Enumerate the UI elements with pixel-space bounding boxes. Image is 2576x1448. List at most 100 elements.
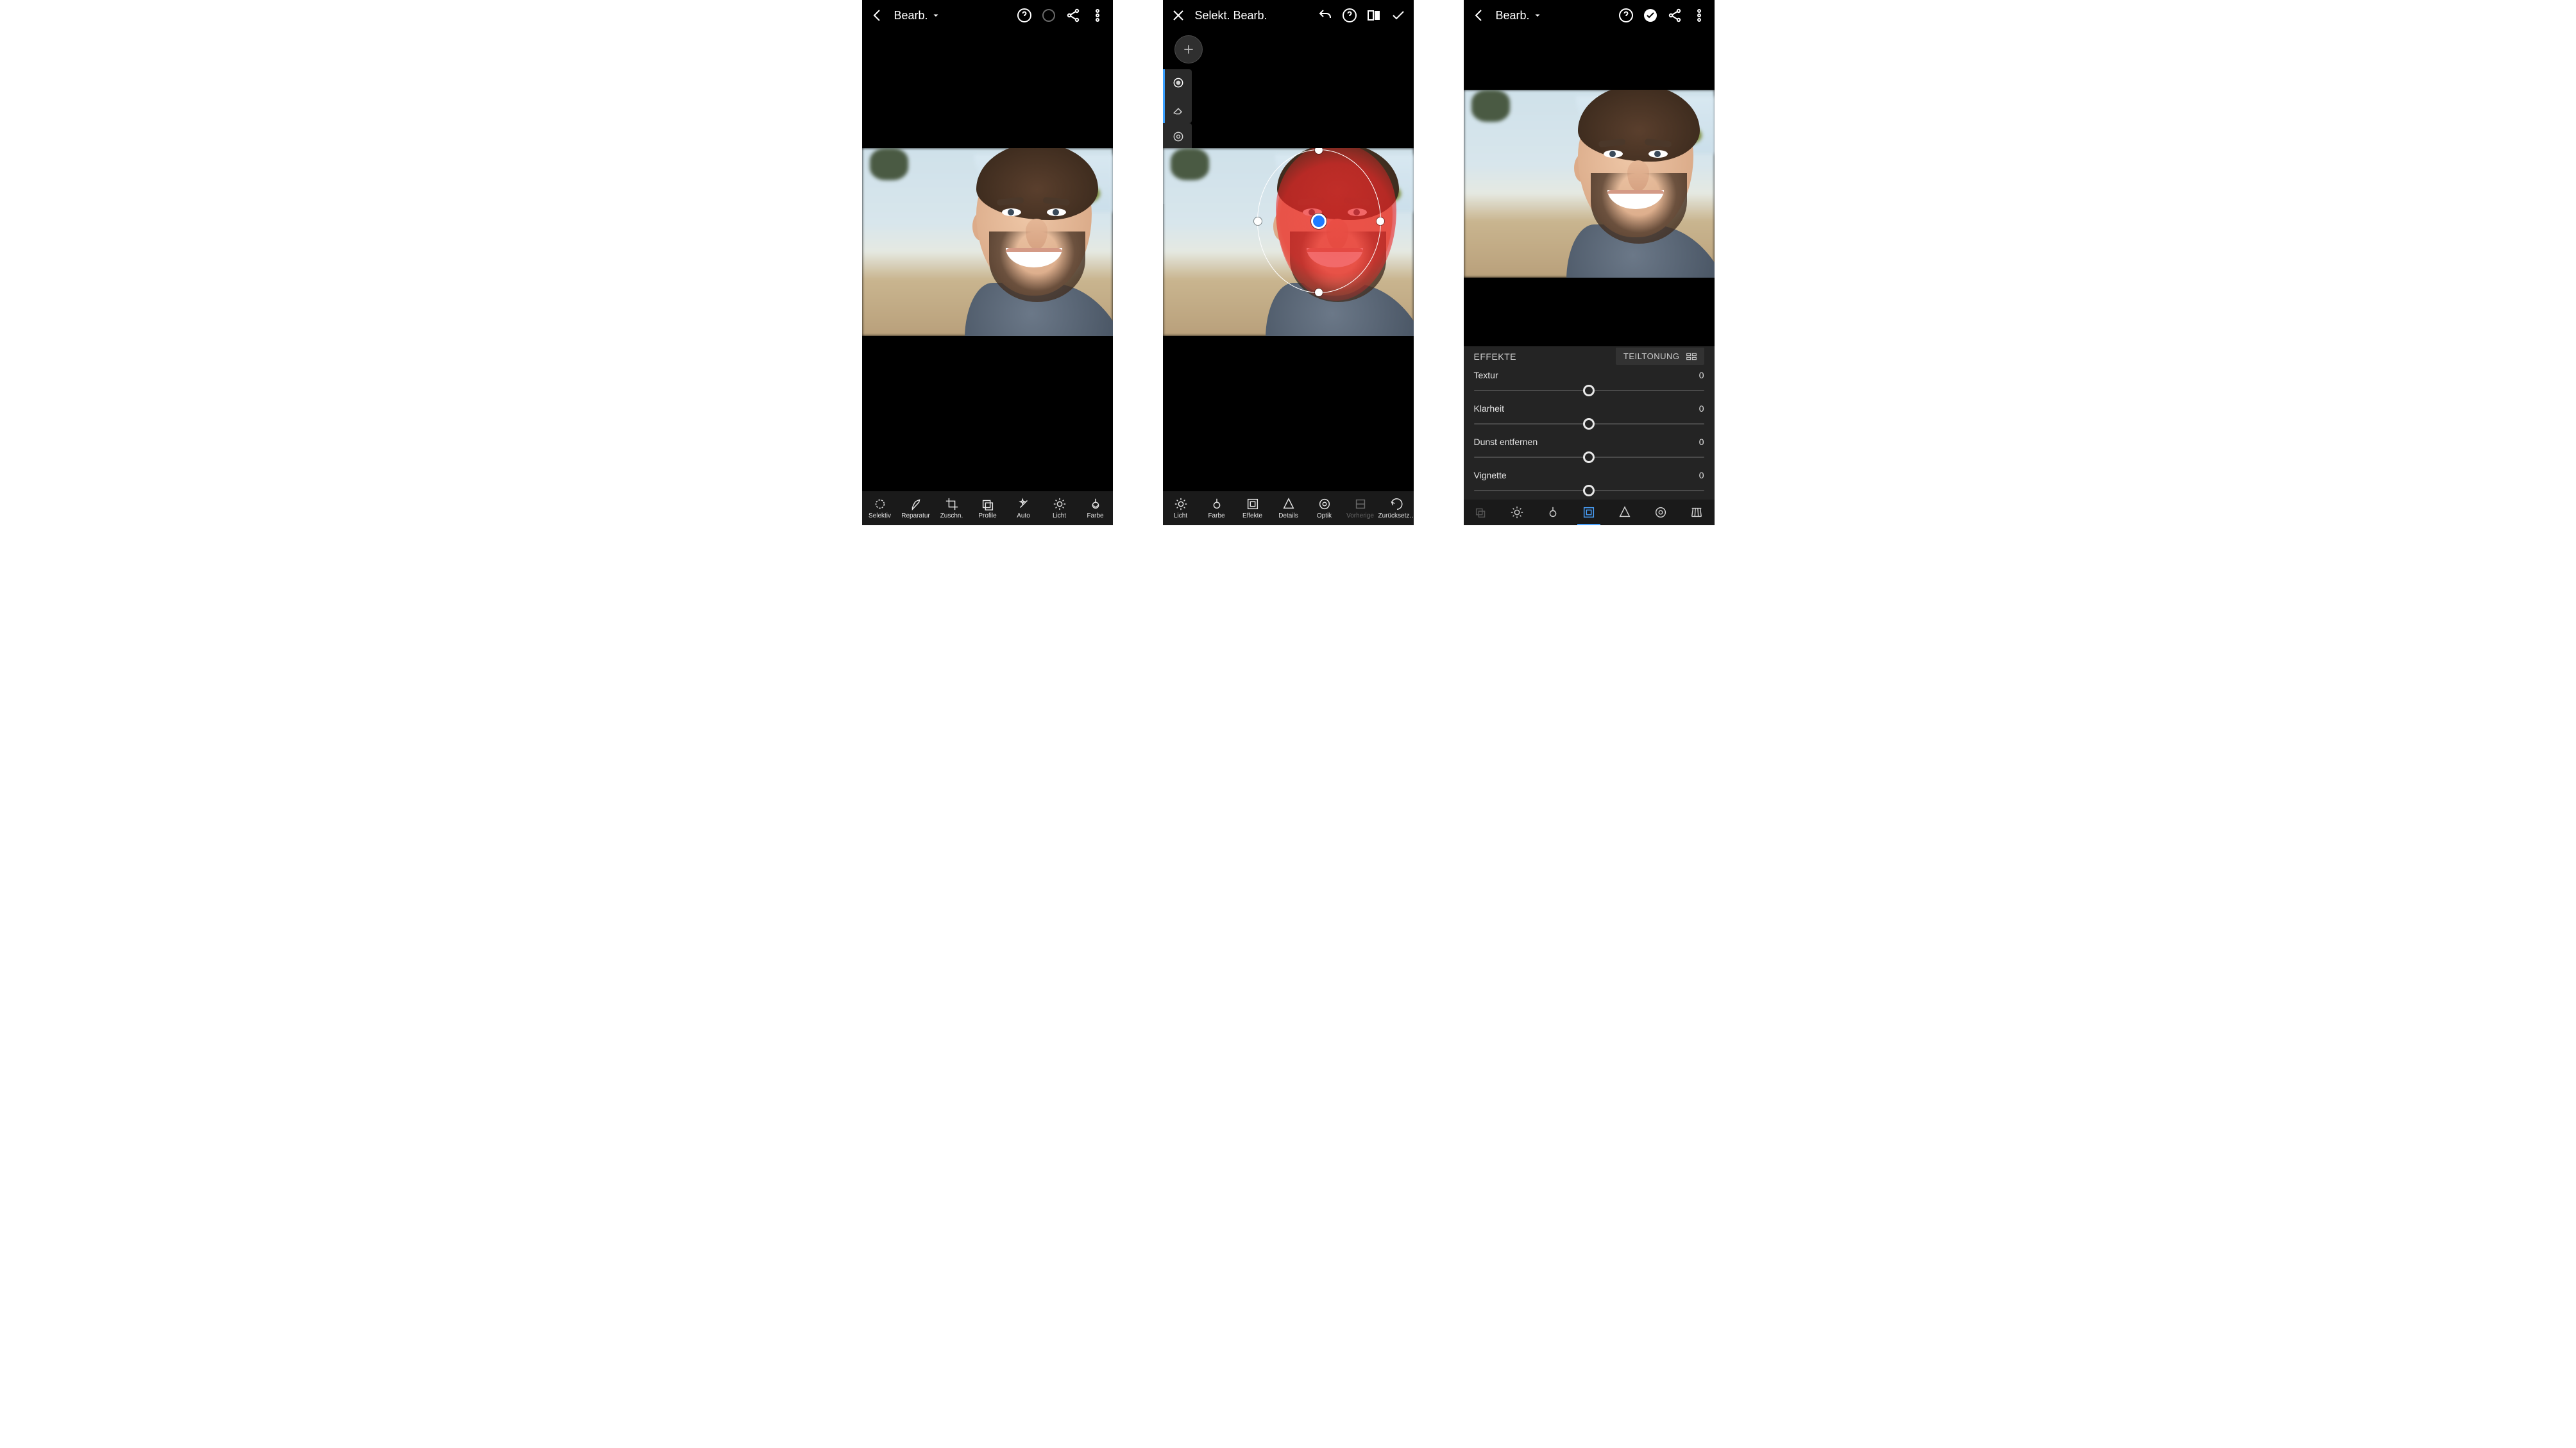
label: Optik [1317,512,1332,519]
tool-reparatur[interactable]: Reparatur [898,491,934,525]
label: Farbe [1087,512,1103,519]
tool-effekte[interactable]: Effekte [1235,491,1271,525]
compare-icon[interactable] [1366,8,1382,23]
selection-tooldock-active [1163,69,1192,123]
slider-value: 0 [1699,437,1704,447]
screen-title[interactable]: Bearb. [1496,9,1541,22]
handle-bottom[interactable] [1315,289,1323,296]
slider-klarheit[interactable]: Klarheit0 [1464,400,1715,433]
help-icon[interactable] [1618,8,1634,23]
split-label: TEILTONUNG [1623,351,1680,361]
label: Zurücksetz… [1378,512,1414,519]
slider-track[interactable] [1474,384,1704,397]
tool-profile[interactable]: Profile [970,491,1006,525]
tool-farbe[interactable]: Farbe [1199,491,1235,525]
screen-title: Selekt. Bearb. [1195,9,1267,22]
cat-geometry[interactable] [1679,500,1715,525]
radial-tool[interactable] [1165,123,1192,150]
screen-selective-edit: Selekt. Bearb. [1163,0,1414,525]
topbar: Bearb. [1464,0,1715,31]
chevron-down-icon [1534,12,1541,19]
slider-vignette[interactable]: Vignette 0 [1464,466,1715,500]
label: Auto [1017,512,1030,519]
split-toning-button[interactable]: TEILTONUNG [1616,348,1704,365]
slider-value: 0 [1699,470,1704,480]
back-icon[interactable] [1471,8,1487,23]
close-icon[interactable] [1171,8,1186,23]
label: Details [1278,512,1298,519]
slider-name: Vignette [1474,470,1507,480]
cat-optics[interactable] [1643,500,1679,525]
help-icon[interactable] [1017,8,1032,23]
slider-knob[interactable] [1583,451,1595,463]
label: Licht [1174,512,1187,519]
tool-licht[interactable]: Licht [1042,491,1078,525]
handle-center[interactable] [1311,214,1326,229]
add-selection-button[interactable] [1174,35,1203,63]
eraser-tool[interactable] [1165,96,1192,123]
effects-panel: EFFEKTE TEILTONUNG Textur 0 Klarheit0 Dun… [1464,346,1715,500]
handle-top[interactable] [1315,148,1323,154]
more-icon[interactable] [1691,8,1707,23]
tool-farbe[interactable]: Farbe [1078,491,1113,525]
confirm-icon[interactable] [1391,8,1406,23]
slider-textur[interactable]: Textur 0 [1464,366,1715,400]
slider-value: 0 [1699,370,1704,380]
slider-value: 0 [1699,403,1704,414]
check-circle-icon[interactable] [1643,8,1658,23]
slider-knob[interactable] [1583,485,1595,496]
label: Reparatur [901,512,929,519]
cat-effects[interactable] [1571,500,1607,525]
photo-canvas[interactable] [1464,90,1715,278]
label: Zuschn. [940,512,963,519]
photo-canvas[interactable] [862,148,1113,336]
tool-details[interactable]: Details [1271,491,1307,525]
screen-title[interactable]: Bearb. [894,9,940,22]
split-toning-icon [1686,353,1697,360]
screen-edit-main: Bearb. Selektiv Reparatur Zuschn. Profil… [862,0,1113,525]
share-icon[interactable] [1065,8,1081,23]
label: Effekte [1242,512,1262,519]
slider-dunst-entfernen[interactable]: Dunst entfernen0 [1464,433,1715,466]
slider-knob[interactable] [1583,418,1595,430]
tool-vorherige: Vorherige [1343,491,1378,525]
cat-light[interactable] [1499,500,1535,525]
topbar: Bearb. [862,0,1113,31]
slider-track[interactable] [1474,451,1704,464]
radial-selection[interactable] [1257,149,1381,293]
handle-left[interactable] [1254,217,1262,225]
tool-optik[interactable]: Optik [1307,491,1343,525]
title-text: Bearb. [1496,9,1530,22]
back-icon[interactable] [870,8,885,23]
chevron-down-icon [932,12,940,19]
title-text: Selekt. Bearb. [1195,9,1267,22]
cat-profile[interactable] [1464,500,1500,525]
cat-detail[interactable] [1607,500,1643,525]
slider-name: Textur [1474,370,1498,380]
share-icon[interactable] [1667,8,1682,23]
slider-track[interactable] [1474,417,1704,430]
label: Profile [978,512,996,519]
handle-right[interactable] [1377,217,1384,225]
help-icon[interactable] [1342,8,1357,23]
cat-color[interactable] [1535,500,1571,525]
title-text: Bearb. [894,9,928,22]
circle-icon[interactable] [1041,8,1056,23]
slider-knob[interactable] [1583,385,1595,396]
label: Selektiv [869,512,891,519]
tool-reset[interactable]: Zurücksetz… [1378,491,1414,525]
bottom-toolbar: Selektiv Reparatur Zuschn. Profile Auto … [862,491,1113,525]
tool-auto[interactable]: Auto [1006,491,1042,525]
screen-effects-panel: Bearb. EFFEKTE TEILTONUNG Textur 0 Klarhe… [1464,0,1715,525]
photo-canvas[interactable] [1163,148,1414,336]
panel-heading: EFFEKTE [1474,351,1616,362]
label: Licht [1053,512,1066,519]
undo-icon[interactable] [1318,8,1333,23]
tool-zuschneiden[interactable]: Zuschn. [934,491,970,525]
slider-track[interactable] [1474,484,1704,497]
radial-tool-active[interactable] [1165,69,1192,96]
more-icon[interactable] [1090,8,1105,23]
tool-licht[interactable]: Licht [1163,491,1199,525]
effects-category-row [1464,500,1715,525]
tool-selektiv[interactable]: Selektiv [862,491,898,525]
